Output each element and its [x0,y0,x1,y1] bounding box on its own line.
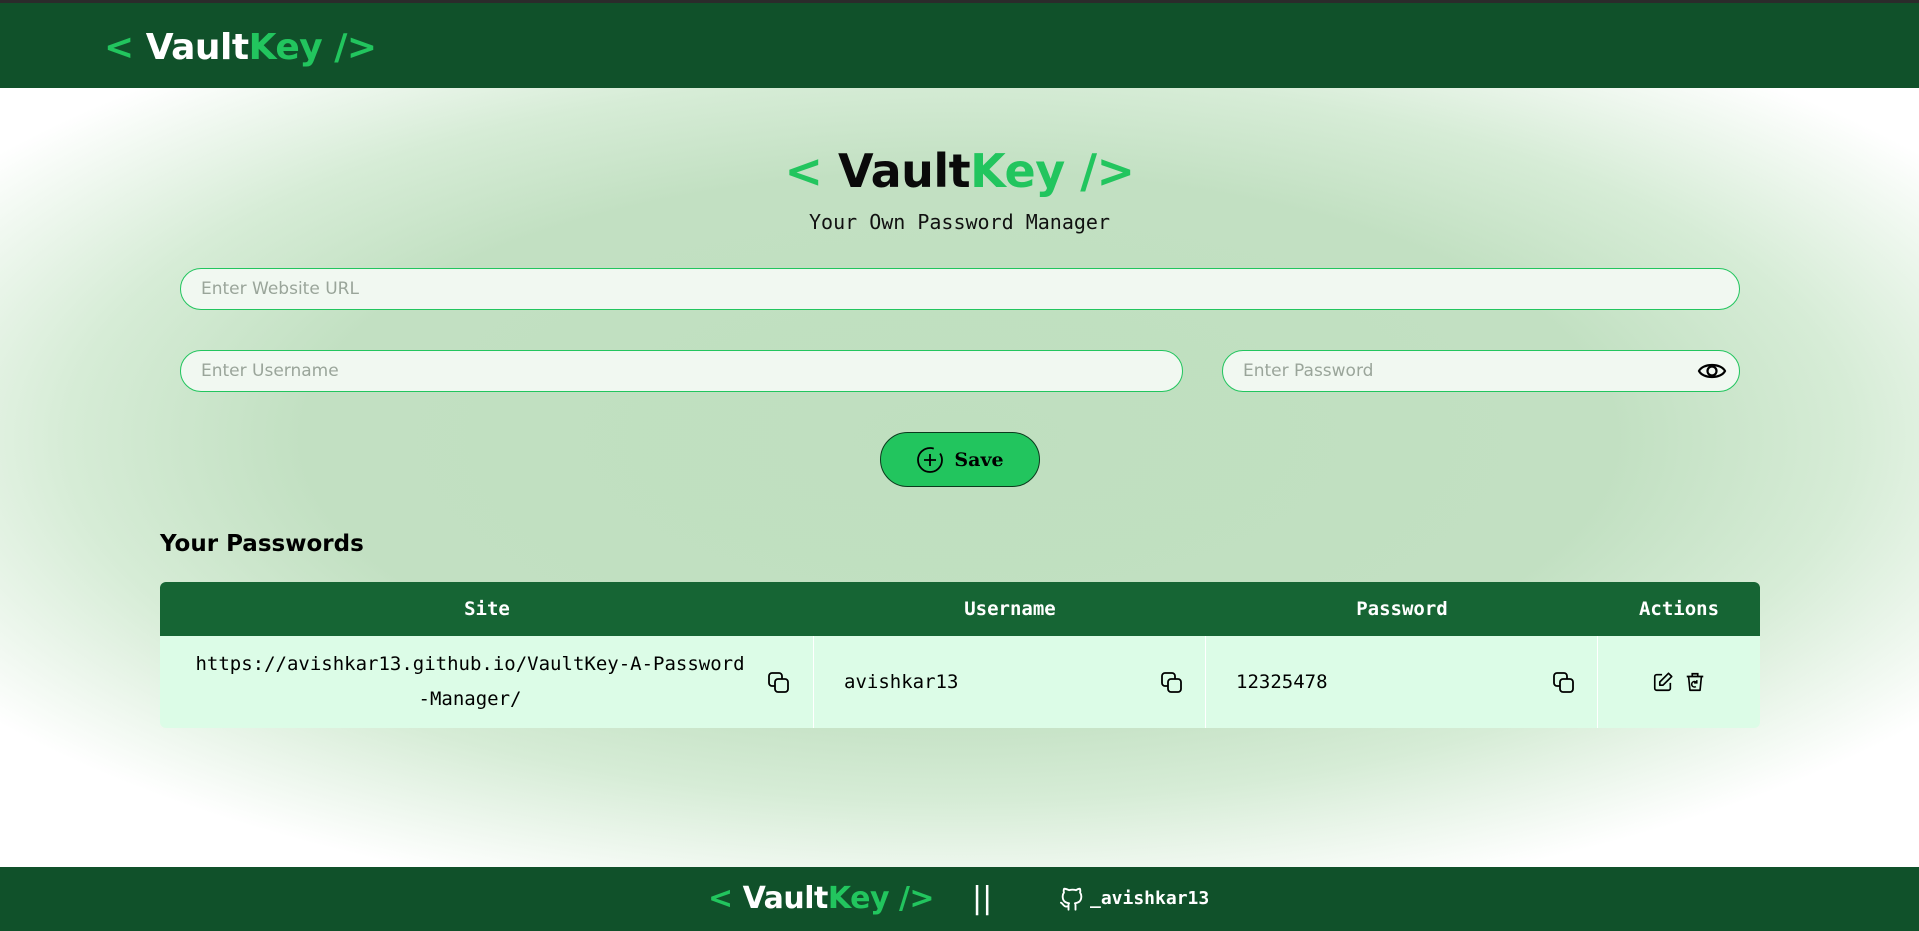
tagline: Your Own Password Manager [808,210,1111,234]
copy-icon[interactable] [1552,671,1576,695]
main-content: < VaultKey /> Your Own Password Manager … [0,88,1919,867]
passwords-title: Your Passwords [160,531,364,557]
logo-key: Key [827,881,890,916]
logo-open-bracket: < [104,27,146,68]
logo-vault: Vault [145,27,249,68]
cell-password: 12325478 [1206,636,1598,728]
save-label: Save [954,448,1004,471]
password-value: 12325478 [1236,670,1328,693]
column-site: Site [464,598,510,620]
trash-icon[interactable] [1684,670,1706,694]
username-input[interactable] [180,350,1183,392]
logo-vault: Vault [742,881,829,916]
logo-key: Key [248,27,323,68]
website-url-input[interactable] [180,268,1740,310]
password-input[interactable] [1222,350,1740,392]
footer-separator: || [972,881,993,916]
table-header: Site Username Password Actions [160,582,1760,636]
table-row: https://avishkar13.github.io/VaultKey-A-… [160,636,1760,728]
logo-close-bracket: /> [322,27,377,68]
column-actions: Actions [1638,598,1720,620]
github-link[interactable]: _avishkar13 [1058,884,1209,912]
save-button[interactable]: Save [880,432,1040,487]
logo-open-bracket: < [784,144,839,198]
plus-circle-icon [917,446,944,473]
logo-vault: Vault [838,144,971,198]
github-icon [1059,887,1083,911]
logo-open-bracket: < [708,881,743,916]
github-handle: _avishkar13 [1090,887,1210,909]
eye-icon[interactable] [1697,359,1727,383]
navbar-logo[interactable]: < VaultKey /> [104,27,377,68]
column-username: Username [964,598,1056,620]
site-link[interactable]: https://avishkar13.github.io/VaultKey-A-… [190,647,750,717]
logo-close-bracket: /> [1064,144,1135,198]
passwords-table: Site Username Password Actions https://a… [160,582,1760,728]
navbar: < VaultKey /> [0,0,1919,88]
column-password: Password [1356,598,1448,620]
copy-icon[interactable] [1160,671,1184,695]
cell-actions [1598,636,1760,728]
footer-logo[interactable]: < VaultKey /> [708,881,935,916]
cell-username: avishkar13 [814,636,1206,728]
username-value: avishkar13 [844,670,959,693]
copy-icon[interactable] [767,671,791,695]
footer: < VaultKey /> || _avishkar13 [0,867,1919,931]
edit-icon[interactable] [1652,670,1674,694]
cell-site: https://avishkar13.github.io/VaultKey-A-… [160,636,814,728]
logo-close-bracket: /> [889,881,935,916]
hero-logo: < VaultKey /> [0,144,1919,198]
logo-key: Key [970,144,1065,198]
